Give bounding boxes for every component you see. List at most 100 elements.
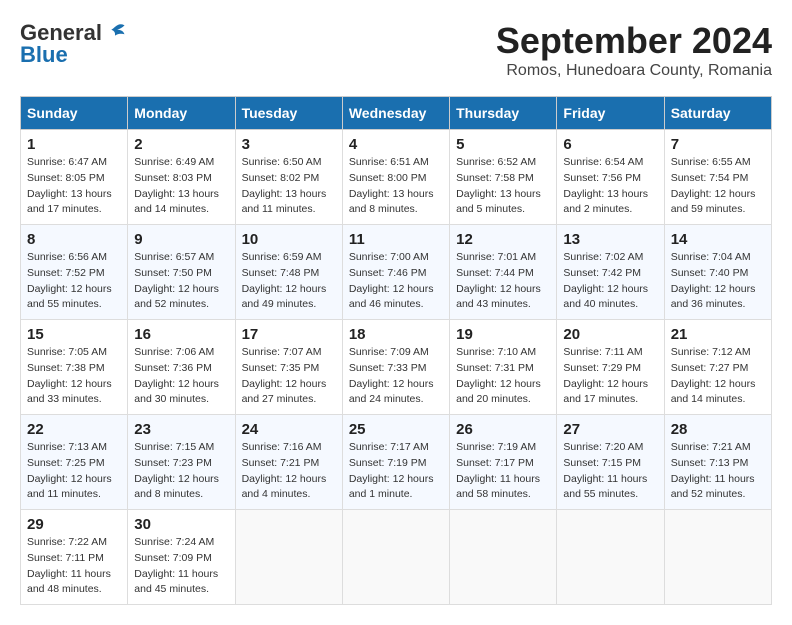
- col-header-wednesday: Wednesday: [342, 97, 449, 130]
- day-info: Sunrise: 7:17 AM Sunset: 7:19 PM Dayligh…: [349, 440, 443, 503]
- sunset-label: Sunset: 7:50 PM: [134, 267, 212, 279]
- sunset-label: Sunset: 7:29 PM: [563, 362, 641, 374]
- day-number: 21: [671, 326, 765, 343]
- sunset-label: Sunset: 7:13 PM: [671, 457, 749, 469]
- day-info: Sunrise: 6:59 AM Sunset: 7:48 PM Dayligh…: [242, 250, 336, 313]
- daylight-label: Daylight: 13 hours and 8 minutes.: [349, 188, 434, 216]
- sunset-label: Sunset: 7:33 PM: [349, 362, 427, 374]
- day-number: 20: [563, 326, 657, 343]
- daylight-label: Daylight: 11 hours and 58 minutes.: [456, 473, 540, 501]
- calendar-cell: 11 Sunrise: 7:00 AM Sunset: 7:46 PM Dayl…: [342, 225, 449, 320]
- daylight-label: Daylight: 12 hours and 1 minute.: [349, 473, 434, 501]
- day-info: Sunrise: 7:12 AM Sunset: 7:27 PM Dayligh…: [671, 345, 765, 408]
- day-info: Sunrise: 7:24 AM Sunset: 7:09 PM Dayligh…: [134, 535, 228, 598]
- sunset-label: Sunset: 8:00 PM: [349, 172, 427, 184]
- day-info: Sunrise: 6:47 AM Sunset: 8:05 PM Dayligh…: [27, 155, 121, 218]
- sunrise-label: Sunrise: 7:02 AM: [563, 251, 643, 263]
- day-number: 1: [27, 136, 121, 153]
- logo-bird-icon: [104, 21, 126, 43]
- day-number: 24: [242, 421, 336, 438]
- daylight-label: Daylight: 11 hours and 55 minutes.: [563, 473, 647, 501]
- sunrise-label: Sunrise: 7:06 AM: [134, 346, 214, 358]
- daylight-label: Daylight: 11 hours and 48 minutes.: [27, 568, 111, 596]
- day-number: 23: [134, 421, 228, 438]
- sunrise-label: Sunrise: 6:47 AM: [27, 156, 107, 168]
- daylight-label: Daylight: 12 hours and 14 minutes.: [671, 378, 756, 406]
- sunrise-label: Sunrise: 7:00 AM: [349, 251, 429, 263]
- day-number: 25: [349, 421, 443, 438]
- sunrise-label: Sunrise: 6:51 AM: [349, 156, 429, 168]
- col-header-friday: Friday: [557, 97, 664, 130]
- col-header-thursday: Thursday: [450, 97, 557, 130]
- col-header-monday: Monday: [128, 97, 235, 130]
- page-header: General Blue September 2024 Romos, Huned…: [20, 20, 772, 80]
- day-info: Sunrise: 7:06 AM Sunset: 7:36 PM Dayligh…: [134, 345, 228, 408]
- day-number: 9: [134, 231, 228, 248]
- day-info: Sunrise: 6:50 AM Sunset: 8:02 PM Dayligh…: [242, 155, 336, 218]
- sunset-label: Sunset: 7:25 PM: [27, 457, 105, 469]
- calendar-cell: 16 Sunrise: 7:06 AM Sunset: 7:36 PM Dayl…: [128, 320, 235, 415]
- day-info: Sunrise: 6:52 AM Sunset: 7:58 PM Dayligh…: [456, 155, 550, 218]
- title-section: September 2024 Romos, Hunedoara County, …: [496, 20, 772, 80]
- day-number: 11: [349, 231, 443, 248]
- sunrise-label: Sunrise: 6:59 AM: [242, 251, 322, 263]
- daylight-label: Daylight: 12 hours and 8 minutes.: [134, 473, 219, 501]
- calendar-cell: 14 Sunrise: 7:04 AM Sunset: 7:40 PM Dayl…: [664, 225, 771, 320]
- day-info: Sunrise: 7:22 AM Sunset: 7:11 PM Dayligh…: [27, 535, 121, 598]
- day-info: Sunrise: 6:51 AM Sunset: 8:00 PM Dayligh…: [349, 155, 443, 218]
- day-info: Sunrise: 7:01 AM Sunset: 7:44 PM Dayligh…: [456, 250, 550, 313]
- calendar-cell: 15 Sunrise: 7:05 AM Sunset: 7:38 PM Dayl…: [21, 320, 128, 415]
- sunset-label: Sunset: 7:54 PM: [671, 172, 749, 184]
- col-header-saturday: Saturday: [664, 97, 771, 130]
- daylight-label: Daylight: 12 hours and 27 minutes.: [242, 378, 327, 406]
- sunset-label: Sunset: 7:19 PM: [349, 457, 427, 469]
- sunrise-label: Sunrise: 7:12 AM: [671, 346, 751, 358]
- sunrise-label: Sunrise: 7:05 AM: [27, 346, 107, 358]
- sunrise-label: Sunrise: 7:09 AM: [349, 346, 429, 358]
- sunset-label: Sunset: 7:31 PM: [456, 362, 534, 374]
- daylight-label: Daylight: 11 hours and 52 minutes.: [671, 473, 755, 501]
- calendar-cell: 7 Sunrise: 6:55 AM Sunset: 7:54 PM Dayli…: [664, 130, 771, 225]
- day-number: 4: [349, 136, 443, 153]
- day-info: Sunrise: 6:49 AM Sunset: 8:03 PM Dayligh…: [134, 155, 228, 218]
- calendar-cell: 18 Sunrise: 7:09 AM Sunset: 7:33 PM Dayl…: [342, 320, 449, 415]
- daylight-label: Daylight: 12 hours and 49 minutes.: [242, 283, 327, 311]
- sunrise-label: Sunrise: 7:11 AM: [563, 346, 642, 358]
- day-number: 3: [242, 136, 336, 153]
- sunset-label: Sunset: 7:17 PM: [456, 457, 534, 469]
- calendar-cell: 23 Sunrise: 7:15 AM Sunset: 7:23 PM Dayl…: [128, 415, 235, 510]
- day-info: Sunrise: 7:05 AM Sunset: 7:38 PM Dayligh…: [27, 345, 121, 408]
- sunrise-label: Sunrise: 7:17 AM: [349, 441, 429, 453]
- sunset-label: Sunset: 7:27 PM: [671, 362, 749, 374]
- daylight-label: Daylight: 13 hours and 5 minutes.: [456, 188, 541, 216]
- day-info: Sunrise: 7:04 AM Sunset: 7:40 PM Dayligh…: [671, 250, 765, 313]
- daylight-label: Daylight: 12 hours and 43 minutes.: [456, 283, 541, 311]
- calendar-cell: 25 Sunrise: 7:17 AM Sunset: 7:19 PM Dayl…: [342, 415, 449, 510]
- sunrise-label: Sunrise: 6:56 AM: [27, 251, 107, 263]
- sunset-label: Sunset: 7:46 PM: [349, 267, 427, 279]
- daylight-label: Daylight: 12 hours and 59 minutes.: [671, 188, 756, 216]
- daylight-label: Daylight: 11 hours and 45 minutes.: [134, 568, 218, 596]
- daylight-label: Daylight: 12 hours and 4 minutes.: [242, 473, 327, 501]
- daylight-label: Daylight: 12 hours and 17 minutes.: [563, 378, 648, 406]
- calendar-cell: 26 Sunrise: 7:19 AM Sunset: 7:17 PM Dayl…: [450, 415, 557, 510]
- calendar-cell: 13 Sunrise: 7:02 AM Sunset: 7:42 PM Dayl…: [557, 225, 664, 320]
- calendar-cell: 24 Sunrise: 7:16 AM Sunset: 7:21 PM Dayl…: [235, 415, 342, 510]
- day-info: Sunrise: 7:19 AM Sunset: 7:17 PM Dayligh…: [456, 440, 550, 503]
- calendar-cell: 3 Sunrise: 6:50 AM Sunset: 8:02 PM Dayli…: [235, 130, 342, 225]
- calendar-week-row: 8 Sunrise: 6:56 AM Sunset: 7:52 PM Dayli…: [21, 225, 772, 320]
- sunrise-label: Sunrise: 6:55 AM: [671, 156, 751, 168]
- daylight-label: Daylight: 12 hours and 20 minutes.: [456, 378, 541, 406]
- sunset-label: Sunset: 7:42 PM: [563, 267, 641, 279]
- calendar-cell: 27 Sunrise: 7:20 AM Sunset: 7:15 PM Dayl…: [557, 415, 664, 510]
- sunrise-label: Sunrise: 6:52 AM: [456, 156, 536, 168]
- sunrise-label: Sunrise: 7:19 AM: [456, 441, 536, 453]
- calendar-cell: [450, 510, 557, 605]
- sunset-label: Sunset: 7:21 PM: [242, 457, 320, 469]
- day-number: 8: [27, 231, 121, 248]
- calendar-cell: 4 Sunrise: 6:51 AM Sunset: 8:00 PM Dayli…: [342, 130, 449, 225]
- calendar-cell: 17 Sunrise: 7:07 AM Sunset: 7:35 PM Dayl…: [235, 320, 342, 415]
- calendar-cell: 8 Sunrise: 6:56 AM Sunset: 7:52 PM Dayli…: [21, 225, 128, 320]
- sunrise-label: Sunrise: 7:22 AM: [27, 536, 107, 548]
- calendar-cell: 10 Sunrise: 6:59 AM Sunset: 7:48 PM Dayl…: [235, 225, 342, 320]
